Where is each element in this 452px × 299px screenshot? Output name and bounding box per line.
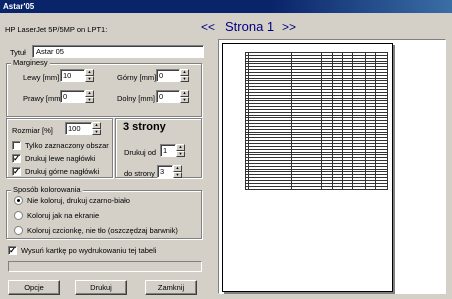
radio-selected-icon[interactable] (14, 196, 23, 205)
page-count: 3 strony (123, 121, 166, 133)
eject-option[interactable]: ✓ Wysuń kartkę po wydrukowaniu tej tabel… (8, 246, 156, 255)
right-margin-stepper[interactable]: 0 ▲ ▼ (60, 90, 94, 103)
title-input[interactable]: Astar 05 (32, 45, 204, 58)
check-mark-icon[interactable]: ✓ (12, 154, 21, 163)
coloring-option-font[interactable]: Koloruj czcionkę, nie tło (oszczędzaj ba… (14, 226, 178, 235)
radio-icon[interactable] (14, 211, 23, 220)
margins-group-label: Marginesy (11, 58, 50, 67)
spin-down-icon[interactable]: ▼ (85, 96, 94, 103)
close-button[interactable]: Zamknij (145, 280, 197, 295)
preview-table (245, 52, 388, 190)
left-headers-option[interactable]: ✓ Drukuj lewe nagłówki (12, 154, 95, 163)
coloring-option-screen[interactable]: Koloruj jak na ekranie (14, 211, 99, 220)
coloring-group-label: Sposób kolorowania (11, 185, 83, 194)
progress-bar (8, 261, 202, 272)
spin-down-icon[interactable]: ▼ (92, 128, 101, 135)
print-from-stepper[interactable]: 1 ▲ ▼ (160, 144, 185, 157)
coloring-option-label: Nie koloruj, drukuj czarno-biało (27, 196, 130, 205)
right-margin-label: Prawy [mm] (23, 94, 63, 103)
window-title: Astar'05 (3, 2, 35, 11)
print-preview-page (222, 43, 393, 292)
print-to-stepper[interactable]: 3 ▲ ▼ (157, 165, 182, 178)
left-margin-label: Lewy [mm] (23, 73, 60, 82)
print-button[interactable]: Drukuj (75, 280, 127, 295)
bottom-margin-value[interactable]: 0 (156, 90, 180, 103)
bottom-margin-label: Dolny [mm] (117, 94, 155, 103)
size-label: Rozmiar [%] (12, 126, 53, 135)
left-headers-label: Drukuj lewe nagłówki (25, 154, 96, 163)
selected-only-checkbox[interactable] (12, 141, 21, 150)
right-margin-value[interactable]: 0 (60, 90, 85, 103)
next-page-button[interactable]: >> (282, 20, 296, 34)
options-button[interactable]: Opcje (8, 280, 60, 295)
check-mark-icon[interactable]: ✓ (12, 167, 21, 176)
print-to-label: do strony (124, 169, 155, 178)
top-headers-label: Drukuj górne nagłówki (25, 167, 100, 176)
check-mark-icon[interactable]: ✓ (8, 246, 17, 255)
printer-name: HP LaserJet 5P/5MP on LPT1: (5, 25, 108, 34)
top-headers-option[interactable]: ✓ Drukuj górne nagłówki (12, 167, 99, 176)
spin-down-icon[interactable]: ▼ (176, 150, 185, 157)
prev-page-button[interactable]: << (201, 20, 215, 34)
size-value[interactable]: 100 (65, 122, 92, 135)
spin-down-icon[interactable]: ▼ (180, 96, 189, 103)
bottom-margin-stepper[interactable]: 0 ▲ ▼ (156, 90, 189, 103)
top-margin-label: Górny [mm] (117, 73, 157, 82)
page-title: Strona 1 (225, 19, 275, 34)
print-from-label: Drukuj od (124, 148, 157, 157)
top-margin-value[interactable]: 0 (156, 69, 180, 82)
coloring-option-bw[interactable]: Nie koloruj, drukuj czarno-biało (14, 196, 130, 205)
window-title-bar: Astar'05 (0, 0, 452, 13)
print-to-value[interactable]: 3 (157, 165, 173, 178)
spin-down-icon[interactable]: ▼ (173, 171, 182, 178)
selected-only-option[interactable]: Tylko zaznaczony obszar (12, 141, 109, 150)
left-margin-value[interactable]: 10 (60, 69, 85, 82)
print-from-value[interactable]: 1 (160, 144, 176, 157)
coloring-option-label: Koloruj czcionkę, nie tło (oszczędzaj ba… (27, 226, 178, 235)
title-label: Tytuł (10, 48, 26, 57)
spin-down-icon[interactable]: ▼ (85, 75, 94, 82)
size-stepper[interactable]: 100 ▲ ▼ (65, 122, 101, 135)
radio-icon[interactable] (14, 226, 23, 235)
coloring-option-label: Koloruj jak na ekranie (27, 211, 100, 220)
left-margin-stepper[interactable]: 10 ▲ ▼ (60, 69, 94, 82)
spin-down-icon[interactable]: ▼ (180, 75, 189, 82)
selected-only-label: Tylko zaznaczony obszar (25, 141, 109, 150)
eject-label: Wysuń kartkę po wydrukowaniu tej tabeli (21, 246, 157, 255)
top-margin-stepper[interactable]: 0 ▲ ▼ (156, 69, 189, 82)
